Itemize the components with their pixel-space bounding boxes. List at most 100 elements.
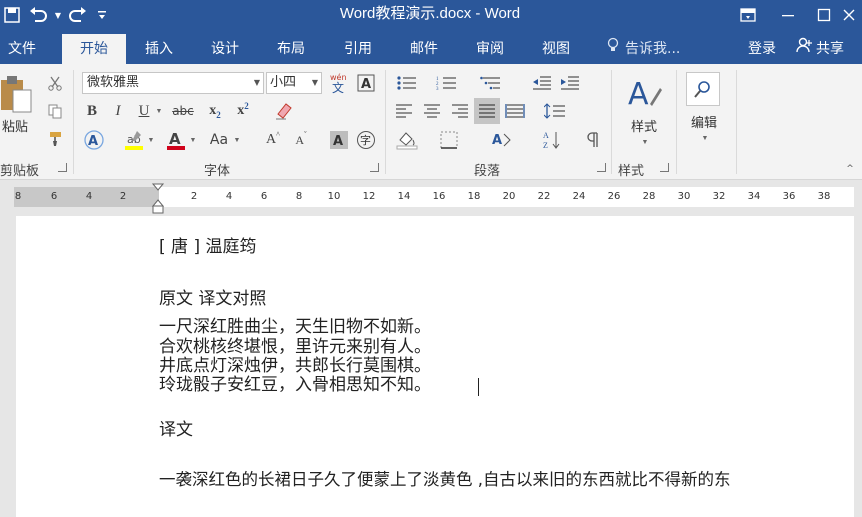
tab-layout[interactable]: 布局 xyxy=(268,34,314,64)
chevron-down-icon: ▼ xyxy=(253,78,260,87)
quick-access-toolbar: ▼ xyxy=(0,0,112,30)
undo-icon[interactable] xyxy=(24,3,52,27)
chevron-down-icon[interactable]: ▼ xyxy=(146,128,156,152)
borders-icon[interactable] xyxy=(434,128,464,152)
doc-line-poem-1[interactable]: 一尺深红胜曲尘，天生旧物不如新。 xyxy=(159,318,431,337)
format-painter-icon[interactable] xyxy=(44,128,66,150)
ruler-number: 24 xyxy=(572,191,586,202)
chevron-down-icon[interactable]: ▼ xyxy=(700,132,710,144)
increase-indent-icon[interactable] xyxy=(558,72,582,94)
doc-line-poem-4[interactable]: 玲珑骰子安红豆，入骨相思知不知。 xyxy=(159,376,431,395)
character-border-icon[interactable]: A xyxy=(355,72,377,94)
italic-icon[interactable]: I xyxy=(108,100,128,122)
customize-qat-icon[interactable] xyxy=(92,3,112,27)
chevron-down-icon[interactable]: ▼ xyxy=(232,128,242,152)
cut-icon[interactable] xyxy=(44,72,66,94)
horizontal-ruler[interactable]: 8 6 4 2 2 4 6 8 10 12 14 16 18 20 22 24 … xyxy=(14,187,854,207)
share-button[interactable]: 共享 xyxy=(796,34,844,64)
collapse-ribbon-icon[interactable]: ^ xyxy=(842,162,858,176)
tab-insert[interactable]: 插入 xyxy=(136,34,182,64)
doc-line-heading[interactable]: 原文 译文对照 xyxy=(159,284,266,309)
styles-button-label[interactable]: 样式 xyxy=(624,116,664,135)
doc-line-poem-2[interactable]: 合欢桃核终堪恨，里许元来别有人。 xyxy=(159,338,431,357)
svg-text:3: 3 xyxy=(436,87,439,91)
enclose-characters-icon[interactable]: 字 xyxy=(355,128,377,152)
distributed-icon[interactable] xyxy=(503,100,527,122)
ruler-number: 2 xyxy=(119,191,127,202)
vertical-scrollbar[interactable] xyxy=(854,216,862,517)
subscript-icon[interactable]: x2 xyxy=(204,100,226,122)
line-spacing-icon[interactable] xyxy=(540,100,570,122)
show-marks-icon[interactable] xyxy=(582,128,604,152)
tab-file[interactable]: 文件 xyxy=(0,34,44,64)
align-left-icon[interactable] xyxy=(392,100,416,122)
grow-font-icon[interactable]: A ^ xyxy=(262,128,284,152)
undo-dropdown-icon[interactable]: ▼ xyxy=(52,3,64,27)
superscript-icon[interactable]: x2 xyxy=(232,100,254,122)
search-icon[interactable] xyxy=(686,72,720,106)
ruler-number: 36 xyxy=(782,191,796,202)
change-case-icon[interactable]: Aa xyxy=(206,128,232,152)
character-shading-icon[interactable]: A xyxy=(328,128,350,152)
editing-label[interactable]: 编辑 xyxy=(684,112,724,131)
vertical-ruler[interactable] xyxy=(0,216,16,517)
doc-line-translation-heading[interactable]: 译文 xyxy=(159,415,193,440)
shrink-font-icon[interactable]: Aˇ xyxy=(290,128,312,152)
minimize-icon[interactable] xyxy=(768,0,808,30)
paste-icon[interactable] xyxy=(0,72,34,116)
tab-view[interactable]: 视图 xyxy=(533,34,579,64)
chevron-down-icon[interactable]: ▼ xyxy=(640,136,650,148)
redo-icon[interactable] xyxy=(64,3,92,27)
multilevel-list-icon[interactable] xyxy=(474,72,508,94)
bullets-icon[interactable] xyxy=(392,72,422,94)
close-icon[interactable] xyxy=(836,0,862,30)
clipboard-launcher-icon[interactable] xyxy=(58,163,67,172)
copy-icon[interactable] xyxy=(44,100,66,122)
align-right-icon[interactable] xyxy=(448,100,472,122)
shading-icon[interactable] xyxy=(392,128,422,152)
save-icon[interactable] xyxy=(0,3,24,27)
font-color-icon[interactable]: A xyxy=(164,128,188,152)
tab-references[interactable]: 引用 xyxy=(335,34,381,64)
align-center-icon[interactable] xyxy=(420,100,444,122)
ruler-number: 26 xyxy=(607,191,621,202)
chevron-down-icon[interactable]: ▼ xyxy=(154,100,164,122)
styles-launcher-icon[interactable] xyxy=(660,163,669,172)
tab-mailings[interactable]: 邮件 xyxy=(401,34,447,64)
indent-marker-icon[interactable] xyxy=(151,182,165,216)
font-launcher-icon[interactable] xyxy=(370,163,379,172)
phonetic-guide-icon[interactable]: wén 文 xyxy=(328,70,350,96)
paragraph-group-label: 段落 xyxy=(474,164,501,179)
paragraph-launcher-icon[interactable] xyxy=(597,163,606,172)
ruler-number: 4 xyxy=(225,191,233,202)
sort-icon[interactable]: AZ xyxy=(540,128,564,152)
highlight-color-icon[interactable]: ab xyxy=(122,128,146,152)
sign-in-link[interactable]: 登录 xyxy=(748,34,776,64)
decrease-indent-icon[interactable] xyxy=(530,72,554,94)
numbering-icon[interactable]: 123 xyxy=(432,72,462,94)
chevron-down-icon: ▼ xyxy=(311,78,318,87)
clear-formatting-icon[interactable] xyxy=(272,100,296,122)
doc-line-translation[interactable]: 一袭深红色的长裙日子久了便蒙上了淡黄色 ,自古以来旧的东西就比不得新的东 xyxy=(159,466,731,490)
tab-review[interactable]: 审阅 xyxy=(467,34,513,64)
font-size-select[interactable]: 小四 ▼ xyxy=(266,72,322,94)
underline-icon[interactable]: U xyxy=(134,100,154,122)
svg-text:字: 字 xyxy=(360,133,371,147)
bold-icon[interactable]: B xyxy=(82,100,102,122)
doc-line-poem-3[interactable]: 井底点灯深烛伊，共郎长行莫围棋。 xyxy=(159,357,431,376)
text-effects-icon[interactable]: A xyxy=(82,128,106,152)
justify-icon[interactable] xyxy=(474,98,500,124)
styles-icon[interactable]: A xyxy=(624,72,664,116)
tab-design[interactable]: 设计 xyxy=(202,34,248,64)
ruler-number: 16 xyxy=(432,191,446,202)
tell-me-box[interactable]: 告诉我... xyxy=(607,34,680,64)
doc-line-author[interactable]: [ 唐 ] 温庭筠 xyxy=(159,232,256,257)
font-name-select[interactable]: 微软雅黑 ▼ xyxy=(82,72,264,94)
ruler-number: 8 xyxy=(295,191,303,202)
chinese-layout-icon[interactable]: A xyxy=(486,128,516,152)
tab-home[interactable]: 开始 xyxy=(62,34,126,64)
chevron-down-icon[interactable]: ▼ xyxy=(188,128,198,152)
ribbon-display-options-icon[interactable] xyxy=(728,0,768,30)
paste-label[interactable]: 粘贴 xyxy=(0,116,30,135)
strikethrough-icon[interactable]: abc xyxy=(168,100,198,122)
